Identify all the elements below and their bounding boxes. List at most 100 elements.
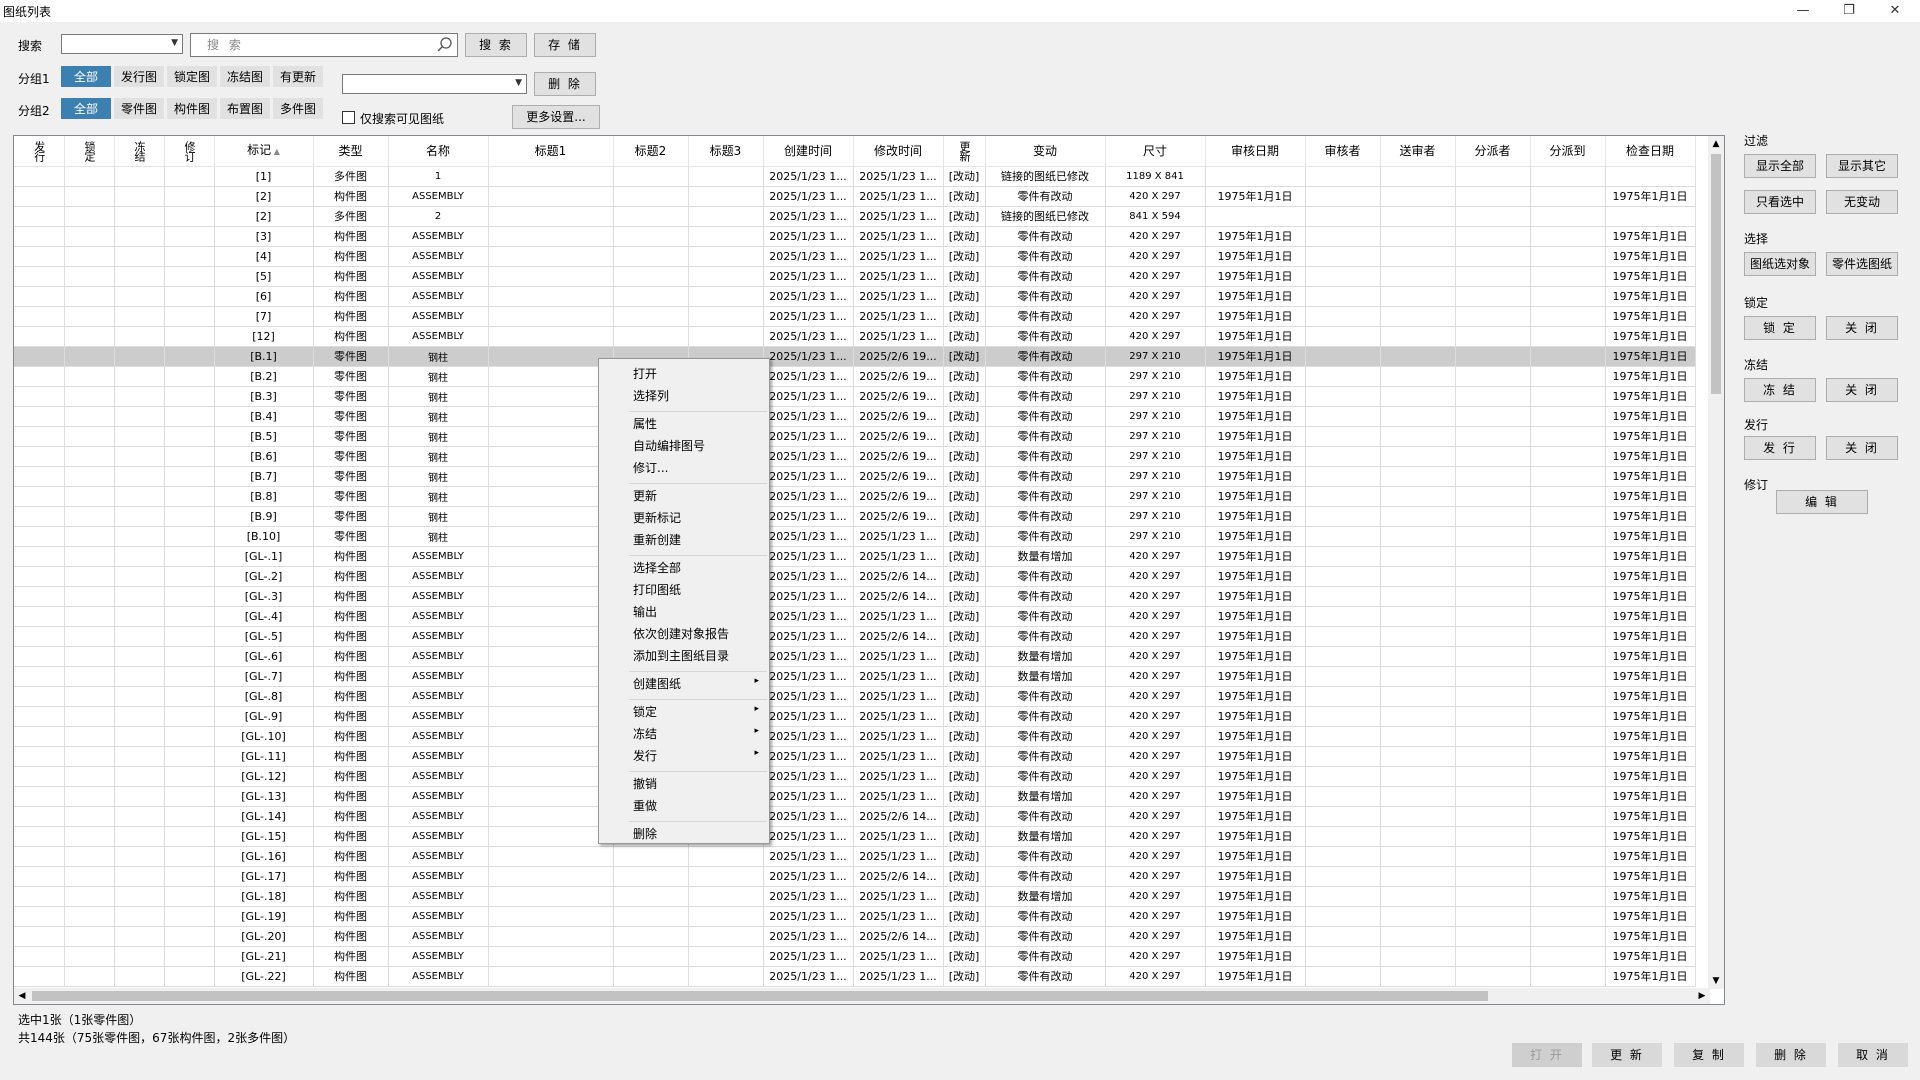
- table-row[interactable]: [2] 多件图 2 2025/1/23 1... 2025/1/23 1... [改动] 链…: [14, 206, 1696, 227]
- context-menu-item[interactable]: 选择列: [633, 387, 669, 404]
- table-row[interactable]: [GL-.17] 构件图 ASSEMBLY 2025/1/23 1... 2025/2/…: [14, 866, 1696, 887]
- column-header[interactable]: 更新: [943, 136, 986, 167]
- table-row[interactable]: [B.8] 零件图 钢柱 2025/1/23 1... 2025/2/6 19... [改…: [14, 486, 1696, 507]
- context-menu-item[interactable]: 撤销: [633, 775, 657, 792]
- edit-button[interactable]: 编 辑: [1776, 490, 1868, 514]
- table-row[interactable]: [GL-.11] 构件图 ASSEMBLY 2025/1/23 1... 2025/1/…: [14, 746, 1696, 767]
- column-header[interactable]: 类型: [313, 136, 389, 167]
- table-row[interactable]: [12] 构件图 ASSEMBLY 2025/1/23 1... 2025/1/23 1…: [14, 326, 1696, 347]
- table-row[interactable]: [GL-.4] 构件图 ASSEMBLY 2025/1/23 1... 2025/1/2…: [14, 606, 1696, 627]
- table-row[interactable]: [3] 构件图 ASSEMBLY 2025/1/23 1... 2025/1/23 1.…: [14, 226, 1696, 247]
- scroll-down-icon[interactable]: ▼: [1708, 973, 1724, 989]
- group2-all[interactable]: 全部: [61, 98, 111, 119]
- table-row[interactable]: [GL-.15] 构件图 ASSEMBLY 2025/1/23 1... 2025/1/…: [14, 826, 1696, 847]
- table-row[interactable]: [B.2] 零件图 钢柱 2025/1/23 1... 2025/2/6 19... [改…: [14, 366, 1696, 387]
- group1-issued[interactable]: 发行图: [114, 66, 164, 87]
- more-settings-button[interactable]: 更多设置...: [512, 105, 600, 129]
- column-header[interactable]: 尺寸: [1105, 136, 1206, 167]
- context-menu-item[interactable]: 属性: [633, 415, 657, 432]
- column-header[interactable]: 分派者: [1455, 136, 1531, 167]
- table-row[interactable]: [GL-.6] 构件图 ASSEMBLY 2025/1/23 1... 2025/1/2…: [14, 646, 1696, 667]
- table-row[interactable]: [5] 构件图 ASSEMBLY 2025/1/23 1... 2025/1/23 1.…: [14, 266, 1696, 287]
- open-button[interactable]: 打 开: [1512, 1043, 1582, 1067]
- vertical-scroll-thumb[interactable]: [1711, 154, 1721, 394]
- only-selected-button[interactable]: 只看选中: [1744, 190, 1816, 214]
- search-button[interactable]: 搜 索: [465, 33, 527, 57]
- context-menu-item[interactable]: 更新: [633, 487, 657, 504]
- table-row[interactable]: [GL-.20] 构件图 ASSEMBLY 2025/1/23 1... 2025/2/…: [14, 926, 1696, 947]
- part-select-drawing-button[interactable]: 零件选图纸: [1826, 252, 1898, 276]
- group1-updated[interactable]: 有更新: [273, 66, 323, 87]
- no-change-button[interactable]: 无变动: [1826, 190, 1898, 214]
- context-menu-item[interactable]: 重做: [633, 797, 657, 814]
- minimize-button[interactable]: —: [1780, 0, 1826, 22]
- save-button[interactable]: 存 储: [534, 33, 596, 57]
- column-header[interactable]: 修改时间: [853, 136, 944, 167]
- table-row[interactable]: [GL-.21] 构件图 ASSEMBLY 2025/1/23 1... 2025/1/…: [14, 946, 1696, 967]
- column-header[interactable]: 送审者: [1380, 136, 1456, 167]
- drawing-select-object-button[interactable]: 图纸选对象: [1744, 252, 1816, 276]
- column-header[interactable]: 标题1: [488, 136, 614, 167]
- group1-all[interactable]: 全部: [61, 66, 111, 87]
- group1-frozen[interactable]: 冻结图: [220, 66, 270, 87]
- table-row[interactable]: [B.5] 零件图 钢柱 2025/1/23 1... 2025/2/6 19... [改…: [14, 426, 1696, 447]
- lock-button[interactable]: 锁 定: [1744, 316, 1816, 340]
- group1-locked[interactable]: 锁定图: [167, 66, 217, 87]
- drawing-table[interactable]: 发行 锁定 冻结 修订 标记 ▲ 类型 名称 标题1 标题2 标题3 创建时间 修改时间 更新 变动 尺寸审…: [13, 135, 1725, 1005]
- table-row[interactable]: [B.4] 零件图 钢柱 2025/1/23 1... 2025/2/6 19... [改…: [14, 406, 1696, 427]
- table-row[interactable]: [1] 多件图 1 2025/1/23 1... 2025/1/23 1... [改动] 链…: [14, 166, 1696, 187]
- context-menu-item[interactable]: 修订...: [633, 459, 668, 476]
- issue-button[interactable]: 发 行: [1744, 436, 1816, 460]
- context-menu-item[interactable]: 冻结: [633, 725, 657, 742]
- search-icon[interactable]: [437, 37, 453, 53]
- table-row[interactable]: [B.6] 零件图 钢柱 2025/1/23 1... 2025/2/6 19... [改…: [14, 446, 1696, 467]
- column-header[interactable]: 变动: [985, 136, 1106, 167]
- table-row[interactable]: [GL-.13] 构件图 ASSEMBLY 2025/1/23 1... 2025/1/…: [14, 786, 1696, 807]
- context-menu-item[interactable]: 输出: [633, 603, 657, 620]
- freeze-button[interactable]: 冻 结: [1744, 378, 1816, 402]
- cancel-button[interactable]: 取 消: [1838, 1043, 1908, 1067]
- group2-part[interactable]: 零件图: [114, 98, 164, 119]
- group2-assembly[interactable]: 构件图: [167, 98, 217, 119]
- table-row[interactable]: [B.9] 零件图 钢柱 2025/1/23 1... 2025/2/6 19... [改…: [14, 506, 1696, 527]
- table-row[interactable]: [B.1] 零件图 钢柱 2025/1/23 1... 2025/2/6 19... [改…: [14, 346, 1696, 367]
- table-row[interactable]: [GL-.8] 构件图 ASSEMBLY 2025/1/23 1... 2025/1/2…: [14, 686, 1696, 707]
- table-row[interactable]: [GL-.22] 构件图 ASSEMBLY 2025/1/23 1... 2025/1/…: [14, 966, 1696, 987]
- context-menu-item[interactable]: 打开: [633, 365, 657, 382]
- table-row[interactable]: [B.3] 零件图 钢柱 2025/1/23 1... 2025/2/6 19... [改…: [14, 386, 1696, 407]
- column-header[interactable]: 创建时间: [763, 136, 854, 167]
- column-header[interactable]: 修订: [164, 136, 215, 167]
- column-header[interactable]: 标题2: [613, 136, 689, 167]
- context-menu-item[interactable]: 添加到主图纸目录: [633, 647, 729, 664]
- column-header[interactable]: 冻结: [114, 136, 165, 167]
- table-row[interactable]: [GL-.5] 构件图 ASSEMBLY 2025/1/23 1... 2025/2/6…: [14, 626, 1696, 647]
- table-row[interactable]: [6] 构件图 ASSEMBLY 2025/1/23 1... 2025/1/23 1.…: [14, 286, 1696, 307]
- context-menu-item[interactable]: 打印图纸: [633, 581, 681, 598]
- show-other-button[interactable]: 显示其它: [1826, 154, 1898, 178]
- table-row[interactable]: [2] 构件图 ASSEMBLY 2025/1/23 1... 2025/1/23 1.…: [14, 186, 1696, 207]
- table-row[interactable]: [B.10] 零件图 钢柱 2025/1/23 1... 2025/1/23 1...[…: [14, 526, 1696, 547]
- table-row[interactable]: [GL-.16] 构件图 ASSEMBLY 2025/1/23 1... 2025/1/…: [14, 846, 1696, 867]
- table-row[interactable]: [GL-.2] 构件图 ASSEMBLY 2025/1/23 1... 2025/2/6…: [14, 566, 1696, 587]
- scroll-left-icon[interactable]: ◀: [14, 988, 30, 1004]
- table-row[interactable]: [GL-.3] 构件图 ASSEMBLY 2025/1/23 1... 2025/2/6…: [14, 586, 1696, 607]
- column-header[interactable]: 标记 ▲: [214, 136, 314, 167]
- horizontal-scroll-thumb[interactable]: [32, 991, 1488, 1001]
- group2-layout[interactable]: 布置图: [220, 98, 270, 119]
- column-header[interactable]: 审核日期: [1205, 136, 1306, 167]
- table-row[interactable]: [4] 构件图 ASSEMBLY 2025/1/23 1... 2025/1/23 1.…: [14, 246, 1696, 267]
- vertical-scrollbar[interactable]: ▲ ▼: [1708, 136, 1724, 989]
- copy-button[interactable]: 复 制: [1674, 1043, 1744, 1067]
- column-header[interactable]: 审核者: [1305, 136, 1381, 167]
- freeze-close-button[interactable]: 关 闭: [1826, 378, 1898, 402]
- filter-combo[interactable]: ▼: [342, 74, 527, 94]
- search-input[interactable]: 搜 索: [190, 33, 458, 57]
- context-menu-item[interactable]: 重新创建: [633, 531, 681, 548]
- update-button[interactable]: 更 新: [1592, 1043, 1662, 1067]
- context-menu-item[interactable]: 发行: [633, 747, 657, 764]
- table-row[interactable]: [GL-.9] 构件图 ASSEMBLY 2025/1/23 1... 2025/1/2…: [14, 706, 1696, 727]
- group2-multi[interactable]: 多件图: [273, 98, 323, 119]
- column-header[interactable]: 标题3: [688, 136, 764, 167]
- context-menu-item[interactable]: 依次创建对象报告: [633, 625, 729, 642]
- only-visible-checkbox[interactable]: [342, 111, 355, 124]
